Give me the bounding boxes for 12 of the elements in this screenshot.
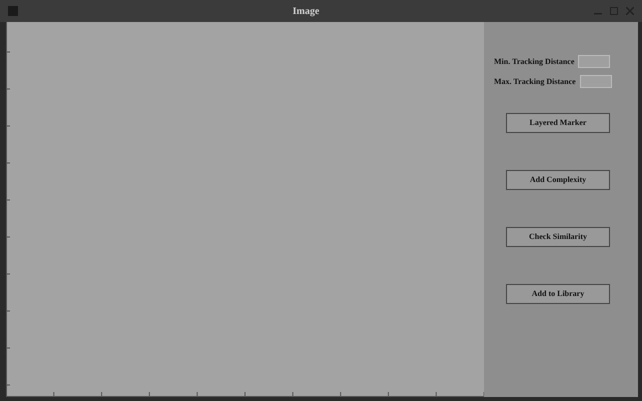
input-field[interactable] <box>578 55 610 68</box>
window-title: Image <box>292 4 320 18</box>
close-icon[interactable] <box>626 7 634 15</box>
action-button[interactable]: Add to Library <box>506 284 610 304</box>
maximize-icon[interactable] <box>610 7 618 15</box>
action-button[interactable]: Check Similarity <box>506 227 610 247</box>
field-label: Max. Tracking Distance <box>494 76 576 88</box>
action-button[interactable]: Layered Marker <box>506 113 610 133</box>
field-label: Min. Tracking Distance <box>494 56 574 68</box>
action-button[interactable]: Add Complexity <box>506 170 610 190</box>
input-field[interactable] <box>580 75 612 88</box>
app-icon <box>8 6 18 16</box>
